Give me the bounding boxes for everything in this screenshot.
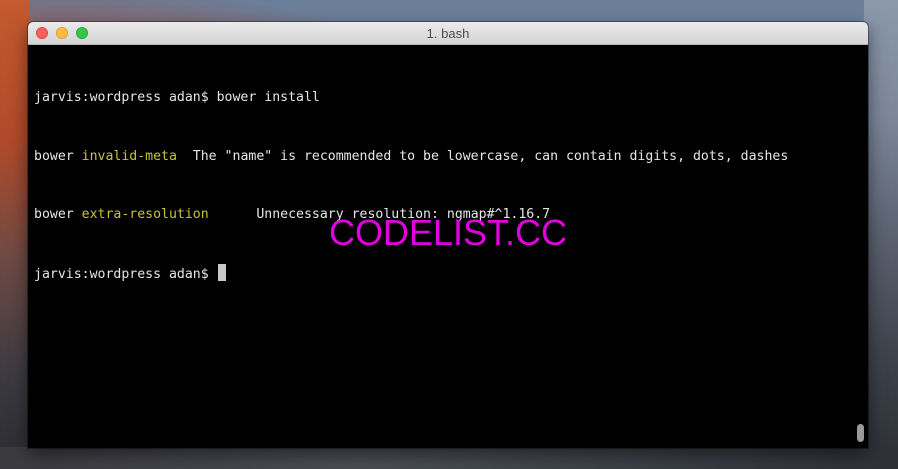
log-prefix: bower xyxy=(34,148,82,164)
window-title: 1. bash xyxy=(426,26,470,41)
desktop-wallpaper-right xyxy=(864,0,898,469)
vertical-scrollbar[interactable] xyxy=(857,424,864,442)
text-cursor xyxy=(217,263,226,281)
terminal-line: jarvis:wordpress adan$ xyxy=(34,263,862,284)
title-bar[interactable]: 1. bash xyxy=(28,22,868,45)
desktop-wallpaper-bottom xyxy=(0,447,898,469)
log-tag: invalid-meta xyxy=(81,148,177,164)
shell-prompt: jarvis:wordpress adan$ xyxy=(34,266,209,282)
desktop-wallpaper-left xyxy=(0,0,30,469)
terminal-window: 1. bash jarvis:wordpress adan$ bower ins… xyxy=(28,22,868,448)
watermark-text: CODELIST.CC xyxy=(328,212,568,253)
command-text xyxy=(209,267,217,282)
terminal-line: jarvis:wordpress adan$ bower install xyxy=(34,88,862,108)
log-message: The "name" is recommended to be lowercas… xyxy=(176,148,789,164)
command-text: bower install xyxy=(208,90,320,105)
terminal-line: bower invalid-meta The "name" is recomme… xyxy=(34,147,862,167)
shell-prompt: jarvis:wordpress adan$ xyxy=(34,90,209,105)
